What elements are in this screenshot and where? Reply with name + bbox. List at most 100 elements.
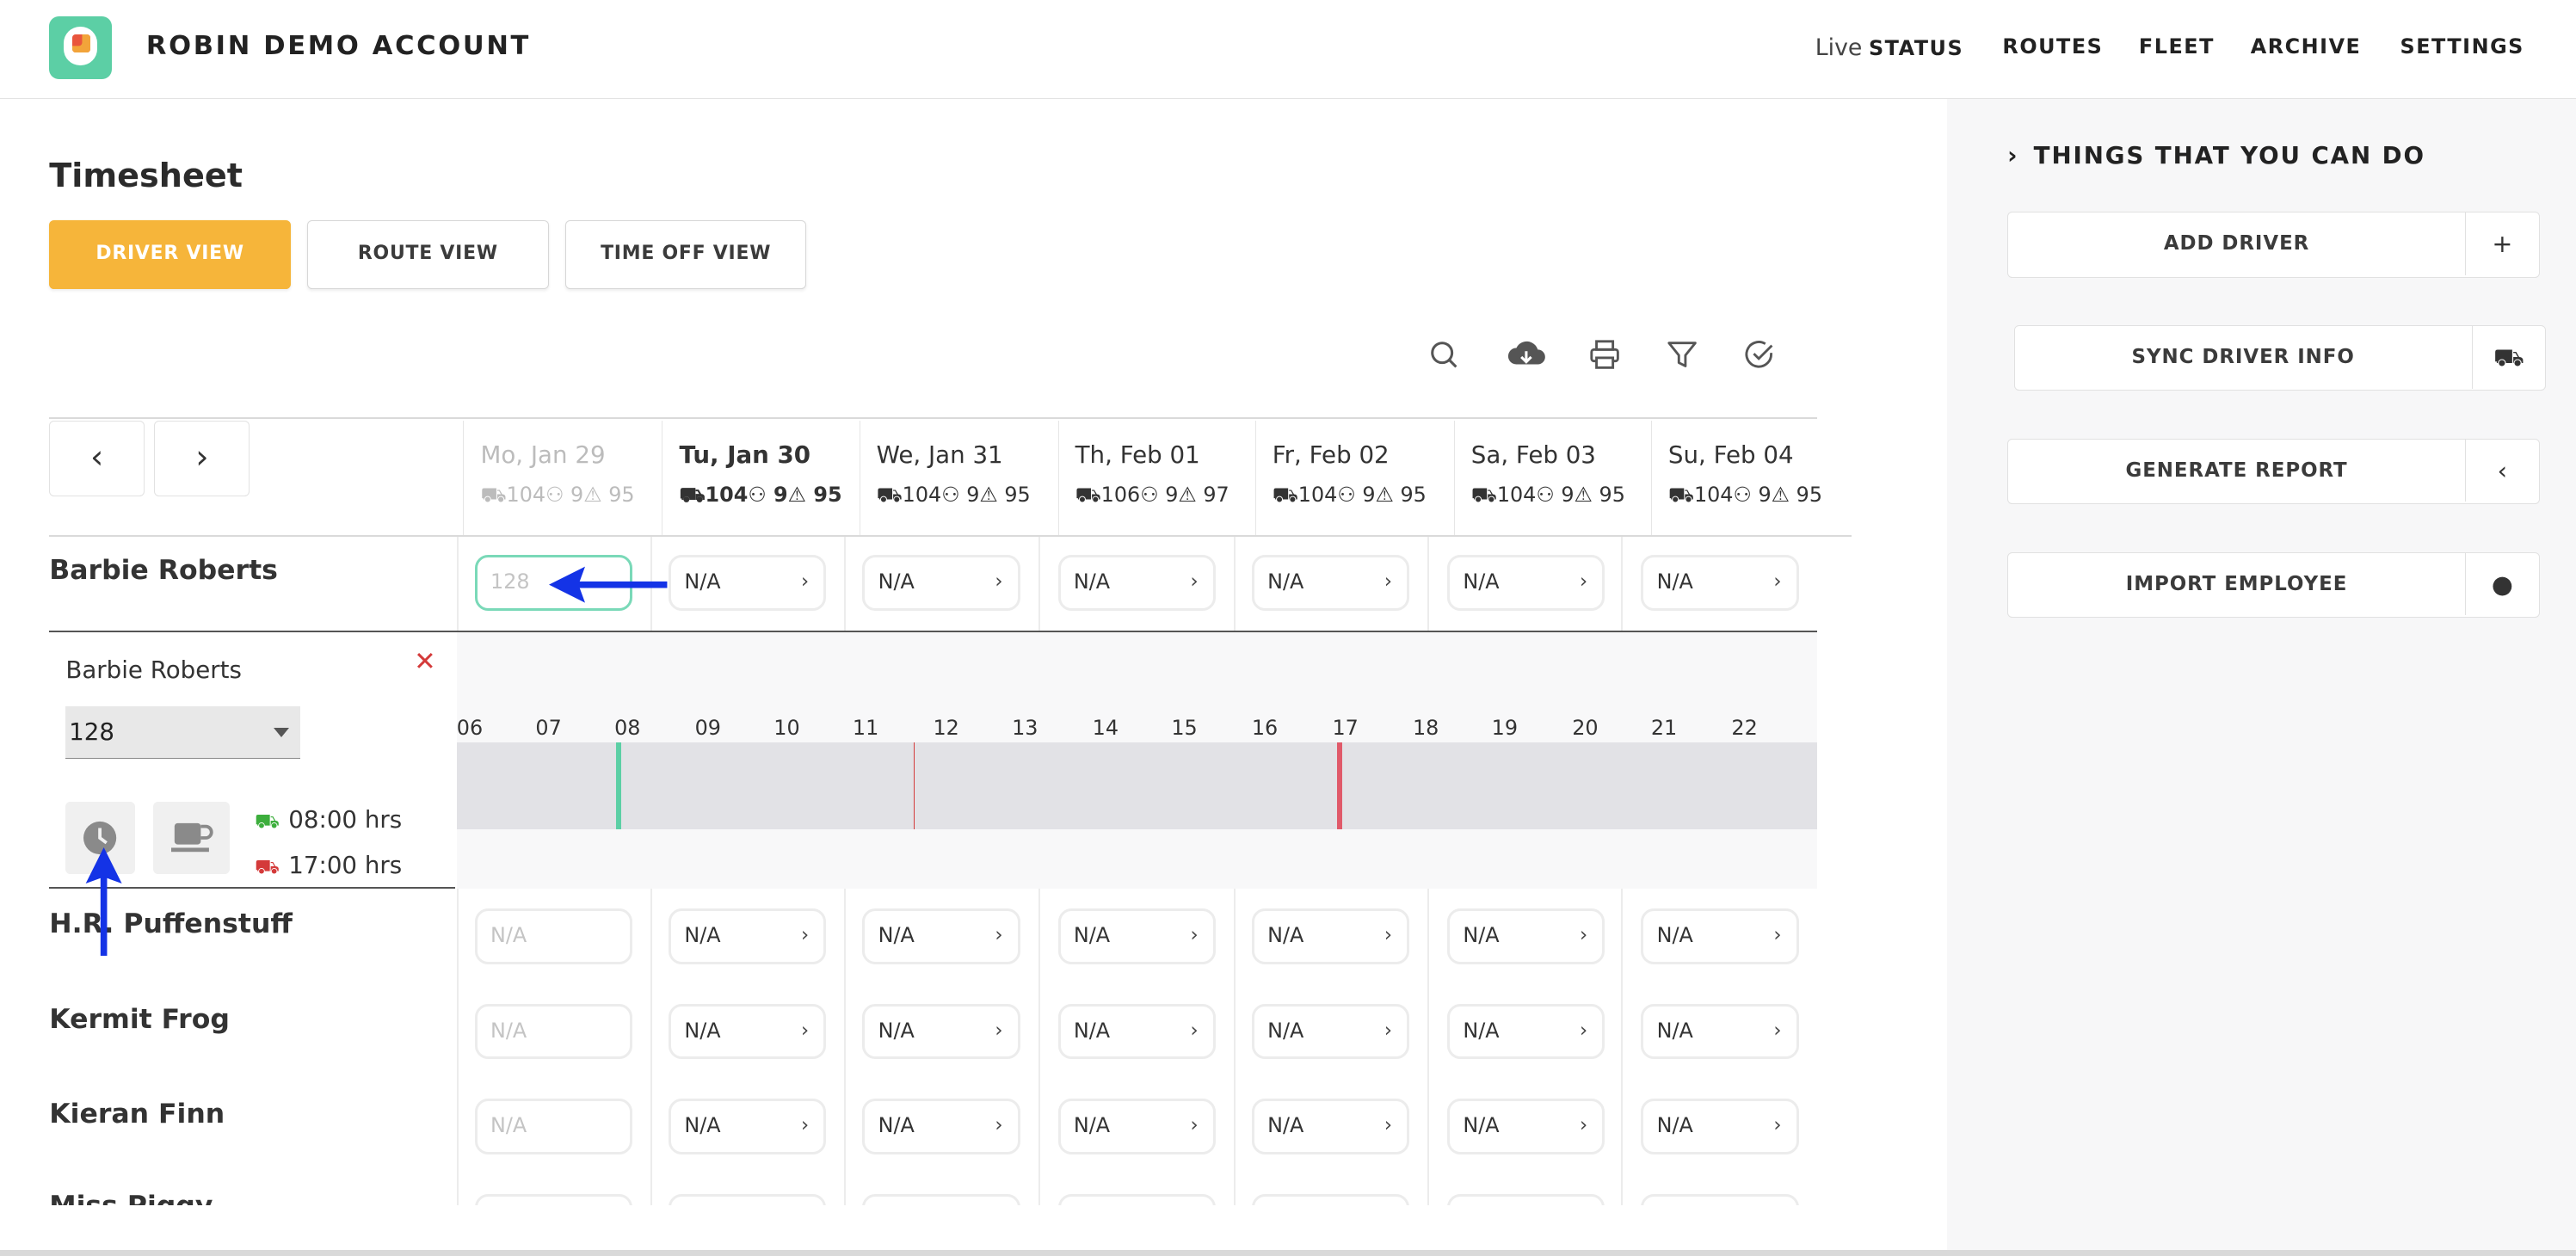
driver-view-button[interactable]: DRIVER VIEW bbox=[49, 219, 291, 290]
time-cell[interactable]: N/A › bbox=[1641, 1099, 1799, 1155]
time-cell[interactable]: N/A › bbox=[1251, 1099, 1410, 1155]
search-icon[interactable] bbox=[1427, 338, 1460, 371]
chevron-right-icon: › bbox=[1384, 1019, 1392, 1042]
time-cell[interactable]: N/A › bbox=[1447, 555, 1605, 612]
person-icon: ⚇ bbox=[545, 483, 564, 508]
driver-name[interactable]: Kieran Finn bbox=[49, 1099, 225, 1130]
cloud-download-icon[interactable] bbox=[1507, 338, 1546, 371]
chevron-right-icon: › bbox=[1190, 570, 1199, 594]
time-cell[interactable]: N/A › bbox=[862, 555, 1020, 612]
driver-name[interactable]: Kermit Frog bbox=[49, 1004, 230, 1035]
add-driver-button[interactable]: ADD DRIVER + bbox=[2007, 212, 2540, 278]
time-cell[interactable]: N/A › bbox=[862, 1003, 1020, 1060]
route-view-button[interactable]: ROUTE VIEW bbox=[307, 219, 549, 290]
cell-value: N/A bbox=[1267, 570, 1304, 594]
day-stats: ⛟104⚇ 9⚠ 95 bbox=[1273, 483, 1427, 509]
time-cell[interactable]: N/A › bbox=[1447, 1099, 1605, 1155]
time-cell[interactable]: N/A › bbox=[1057, 555, 1216, 612]
time-cell[interactable]: N/A › bbox=[669, 1099, 827, 1155]
dropdown-arrow-icon bbox=[274, 727, 290, 737]
time-off-view-button[interactable]: TIME OFF VIEW bbox=[564, 219, 807, 290]
nav-archive[interactable]: ARCHIVE bbox=[2251, 34, 2362, 58]
time-cell[interactable]: N/A › bbox=[1251, 555, 1410, 612]
hour-label: 15 bbox=[1171, 716, 1198, 741]
cell-value: 128 bbox=[490, 570, 530, 594]
next-week-button[interactable]: › bbox=[154, 420, 250, 496]
cell-value: N/A bbox=[1267, 1113, 1304, 1138]
day-label: Sa, Feb 03 bbox=[1470, 440, 1596, 469]
cell-value: N/A bbox=[1073, 570, 1111, 594]
person-icon: ⚇ bbox=[1733, 483, 1752, 508]
check-circle-icon[interactable] bbox=[1743, 338, 1776, 371]
time-cell[interactable]: N/A › bbox=[1057, 908, 1216, 964]
time-cell[interactable]: N/A › bbox=[669, 555, 827, 612]
close-icon[interactable]: ✕ bbox=[414, 647, 436, 677]
nav-status-label: STATUS bbox=[1868, 36, 1964, 61]
day-stats: ⛟104⚇ 9⚠ 95 bbox=[1668, 483, 1822, 509]
time-cell[interactable]: N/A › bbox=[1447, 1003, 1605, 1060]
alert-count: 95 bbox=[813, 483, 842, 508]
time-cell[interactable]: N/A › bbox=[1447, 908, 1605, 964]
time-cell[interactable]: N/A › bbox=[1057, 1099, 1216, 1155]
chevron-right-icon: › bbox=[1773, 923, 1782, 946]
alert-icon: ⚠ bbox=[1771, 483, 1790, 508]
filter-icon[interactable] bbox=[1666, 338, 1698, 371]
chevron-right-icon: › bbox=[801, 1019, 810, 1042]
time-cell[interactable]: N/A bbox=[474, 908, 633, 964]
time-cell[interactable]: N/A › bbox=[1251, 1003, 1410, 1060]
import-employee-button[interactable]: IMPORT EMPLOYEE ● bbox=[2007, 551, 2540, 618]
time-cell[interactable]: N/A › bbox=[1057, 1003, 1216, 1060]
sync-driver-info-button[interactable]: SYNC DRIVER INFO ⛟ bbox=[2013, 325, 2547, 391]
timeline-bar[interactable] bbox=[456, 742, 1817, 830]
robin-logo[interactable] bbox=[49, 16, 112, 79]
action-label: ADD DRIVER bbox=[2163, 232, 2310, 256]
prev-week-button[interactable]: ‹ bbox=[49, 420, 145, 496]
chevron-right-icon: › bbox=[1773, 570, 1782, 594]
truck-icon: ⛟ bbox=[480, 483, 507, 508]
time-cell[interactable]: N/A › bbox=[1251, 908, 1410, 964]
time-cell[interactable]: N/A › bbox=[1641, 1003, 1799, 1060]
time-cell[interactable]: N/A › bbox=[862, 908, 1020, 964]
generate-report-button[interactable]: GENERATE REPORT ‹ bbox=[2007, 438, 2540, 505]
time-cell[interactable]: N/A bbox=[474, 1099, 633, 1155]
expanded-driver-name: Barbie Roberts bbox=[65, 655, 242, 684]
day-stats: ⛟104⚇ 9⚠ 95 bbox=[680, 483, 842, 509]
cell-value: N/A bbox=[1463, 1018, 1500, 1043]
nav-settings[interactable]: SETTINGS bbox=[2400, 34, 2524, 58]
hour-label: 14 bbox=[1092, 716, 1119, 741]
break-button[interactable] bbox=[152, 801, 231, 874]
time-cell[interactable]: N/A › bbox=[1641, 908, 1799, 964]
day-label: We, Jan 31 bbox=[876, 440, 1003, 469]
chevron-right-icon: › bbox=[2007, 141, 2019, 170]
time-cell[interactable]: N/A › bbox=[669, 1003, 827, 1060]
alert-icon: ⚠ bbox=[979, 483, 998, 508]
cell-value: N/A bbox=[1656, 1018, 1693, 1043]
hour-label: 06 bbox=[456, 716, 484, 741]
time-cell[interactable]: N/A › bbox=[1641, 555, 1799, 612]
day-stats: ⛟106⚇ 9⚠ 97 bbox=[1075, 483, 1229, 509]
time-cell[interactable]: N/A bbox=[474, 1003, 633, 1060]
alert-icon: ⚠ bbox=[583, 483, 602, 508]
nav-fleet[interactable]: FLEET bbox=[2139, 34, 2215, 58]
people-count: 9 bbox=[1362, 483, 1376, 508]
time-cell[interactable]: N/A › bbox=[862, 1099, 1020, 1155]
side-panel-title[interactable]: › THINGS THAT YOU CAN DO bbox=[2007, 141, 2425, 169]
nav-live-status[interactable]: Live STATUS bbox=[1815, 34, 1963, 61]
person-icon: ⚇ bbox=[941, 483, 960, 508]
nav-routes[interactable]: ROUTES bbox=[2002, 34, 2103, 58]
column-separator bbox=[1621, 888, 1624, 1208]
cell-value: N/A bbox=[684, 1113, 721, 1138]
screen: ROBIN DEMO ACCOUNT Live STATUS ROUTES FLE… bbox=[0, 0, 2576, 1256]
print-icon[interactable] bbox=[1588, 338, 1621, 371]
people-count: 9 bbox=[966, 483, 980, 508]
cell-value: N/A bbox=[490, 1018, 527, 1043]
truck-icon: ⛟ bbox=[1272, 483, 1298, 508]
hour-label: 18 bbox=[1412, 716, 1439, 741]
driver-name[interactable]: Barbie Roberts bbox=[49, 555, 278, 586]
end-time-value: 17:00 hrs bbox=[288, 851, 403, 880]
time-cell[interactable]: N/A › bbox=[669, 908, 827, 964]
people-count: 9 bbox=[1165, 483, 1179, 508]
truck-count: 104 bbox=[1297, 483, 1338, 508]
vehicle-select[interactable]: 128 bbox=[65, 705, 301, 760]
table-top-divider bbox=[49, 416, 1817, 419]
